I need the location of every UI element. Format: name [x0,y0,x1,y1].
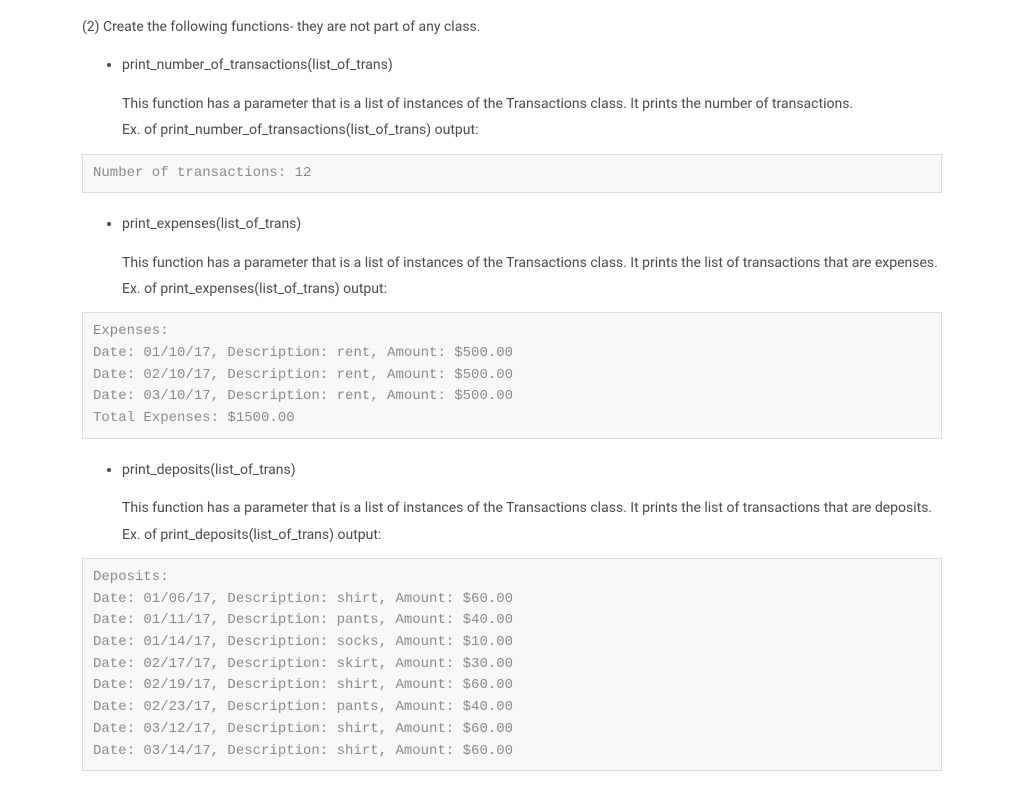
code-output-0: Number of transactions: 12 [82,154,942,194]
function-item-0: print_number_of_transactions(list_of_tra… [122,54,942,141]
function-name: print_number_of_transactions(list_of_tra… [122,54,942,76]
function-list: print_expenses(list_of_trans) This funct… [82,213,942,300]
intro-text: (2) Create the following functions- they… [82,16,942,38]
function-description: This function has a parameter that is a … [122,252,942,274]
function-item-1: print_expenses(list_of_trans) This funct… [122,213,942,300]
function-name: print_expenses(list_of_trans) [122,213,942,235]
function-description: This function has a parameter that is a … [122,497,942,519]
document-container: (2) Create the following functions- they… [32,0,992,807]
function-item-2: print_deposits(list_of_trans) This funct… [122,459,942,546]
function-list: print_number_of_transactions(list_of_tra… [82,54,942,141]
function-name: print_deposits(list_of_trans) [122,459,942,481]
code-output-1: Expenses: Date: 01/10/17, Description: r… [82,312,942,438]
function-example-label: Ex. of print_expenses(list_of_trans) out… [122,278,942,300]
function-list: print_deposits(list_of_trans) This funct… [82,459,942,546]
function-description: This function has a parameter that is a … [122,93,942,115]
function-example-label: Ex. of print_number_of_transactions(list… [122,119,942,141]
code-output-2: Deposits: Date: 01/06/17, Description: s… [82,558,942,771]
function-example-label: Ex. of print_deposits(list_of_trans) out… [122,524,942,546]
